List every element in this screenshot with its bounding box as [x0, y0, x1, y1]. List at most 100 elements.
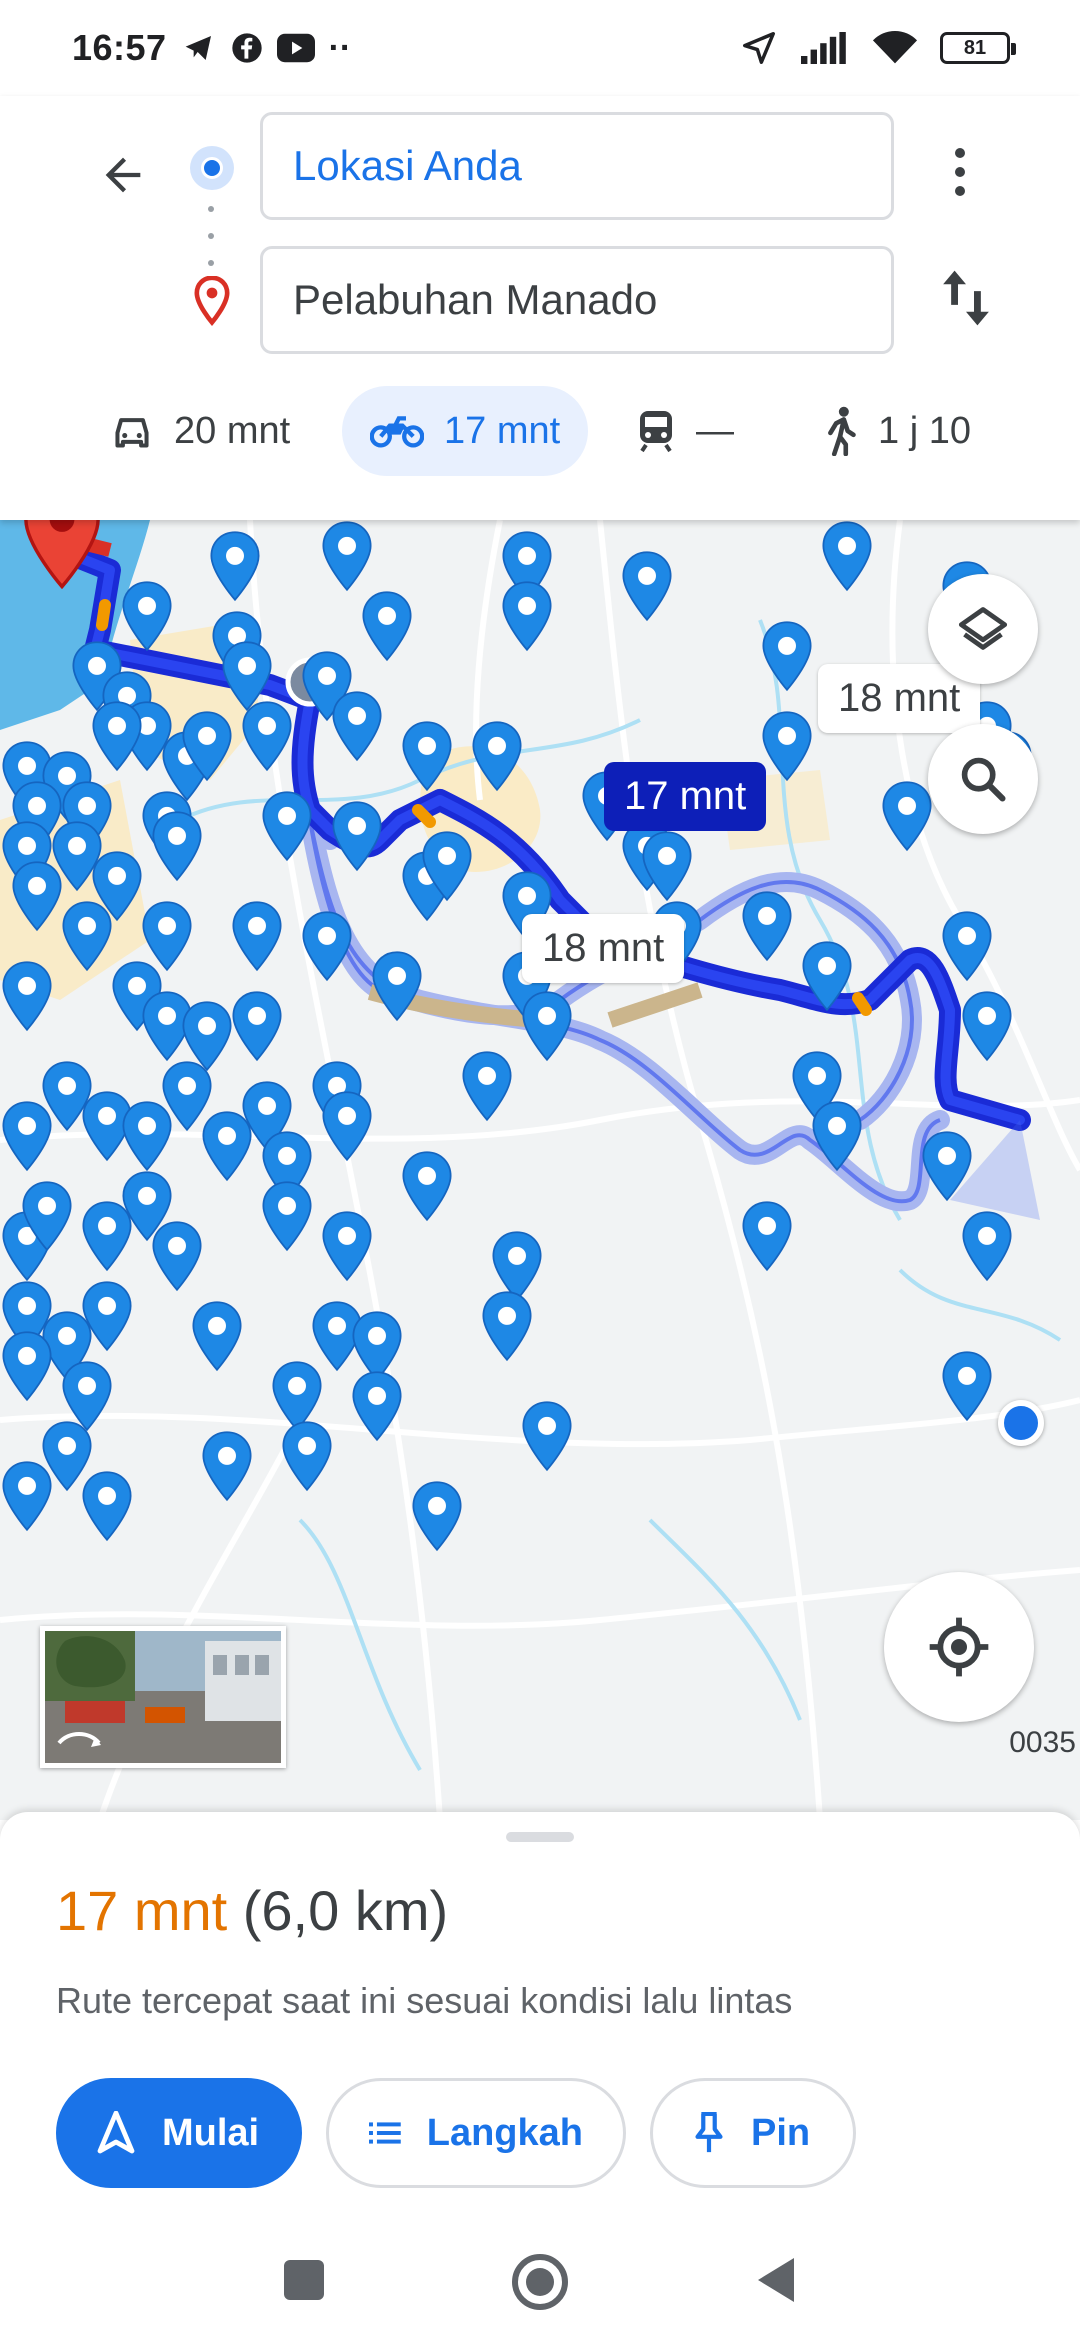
- map-pin-icon[interactable]: [330, 800, 384, 872]
- map-pin-icon[interactable]: [640, 830, 694, 902]
- map-pin-icon[interactable]: [360, 590, 414, 662]
- map-pin-icon[interactable]: [460, 1050, 514, 1122]
- map-pin-icon[interactable]: [350, 1370, 404, 1442]
- map-pin-icon[interactable]: [330, 690, 384, 762]
- map-pin-icon[interactable]: [150, 1220, 204, 1292]
- map-pin-icon[interactable]: [370, 950, 424, 1022]
- origin-input[interactable]: Lokasi Anda: [260, 112, 894, 220]
- map-pin-icon[interactable]: [470, 720, 524, 792]
- layers-button[interactable]: [928, 574, 1038, 684]
- pin-button[interactable]: Pin: [650, 2078, 856, 2188]
- map-pin-icon[interactable]: [960, 1210, 1014, 1282]
- map-pin-icon[interactable]: [320, 1090, 374, 1162]
- map-pin-icon[interactable]: [480, 1290, 534, 1362]
- tab-transit-label: —: [696, 409, 734, 452]
- map-pin-icon[interactable]: [320, 1210, 374, 1282]
- map-pin-icon[interactable]: [740, 890, 794, 962]
- map-edge-label: 0035: [1009, 1726, 1076, 1759]
- map-pin-icon[interactable]: [620, 550, 674, 622]
- map-pin-icon[interactable]: [420, 830, 474, 902]
- youtube-icon: [276, 33, 315, 63]
- map-pin-icon[interactable]: [940, 910, 994, 982]
- map-pin-icon[interactable]: [0, 960, 54, 1032]
- map-pin-icon[interactable]: [760, 710, 814, 782]
- map-pin-icon[interactable]: [500, 580, 554, 652]
- maps-directions-screen: 16:57 ·· 81 Lokasi Anda Pelabuhan Manado: [0, 0, 1080, 2340]
- current-location-dot: [998, 1400, 1044, 1446]
- tab-driving[interactable]: 20 mnt: [110, 386, 290, 476]
- map-pin-icon[interactable]: [180, 710, 234, 782]
- map-pin-icon[interactable]: [760, 620, 814, 692]
- map-pin-icon[interactable]: [190, 1300, 244, 1372]
- map-pin-icon[interactable]: [940, 1350, 994, 1422]
- map-pin-icon[interactable]: [90, 700, 144, 772]
- signal-icon: [801, 32, 846, 64]
- map-pin-icon[interactable]: [320, 520, 374, 592]
- swap-directions-button[interactable]: [938, 266, 994, 330]
- facebook-icon: [231, 33, 262, 63]
- map-pin-icon[interactable]: [230, 900, 284, 972]
- arrow-back-icon: [105, 157, 141, 193]
- map-pin-icon[interactable]: [120, 580, 174, 652]
- recents-button[interactable]: [282, 2258, 326, 2307]
- map-pin-icon[interactable]: [820, 520, 874, 592]
- map-pin-icon[interactable]: [410, 1480, 464, 1552]
- map-pin-icon[interactable]: [810, 1100, 864, 1172]
- map-pin-icon[interactable]: [80, 1470, 134, 1542]
- directions-header: Lokasi Anda Pelabuhan Manado 20 mnt 17 m…: [0, 96, 1080, 520]
- map-pin-icon[interactable]: [120, 1100, 174, 1172]
- start-navigation-label: Mulai: [162, 2111, 260, 2154]
- map-pin-icon[interactable]: [208, 530, 262, 602]
- map-pin-icon[interactable]: [280, 1420, 334, 1492]
- recenter-button[interactable]: [884, 1572, 1034, 1722]
- map-pin-icon[interactable]: [260, 790, 314, 862]
- map-pin-icon[interactable]: [400, 720, 454, 792]
- map-pin-icon[interactable]: [300, 910, 354, 982]
- my-location-icon: [929, 1617, 989, 1677]
- map-pin-icon[interactable]: [240, 700, 294, 772]
- more-options-button[interactable]: [940, 142, 980, 202]
- steps-label: Langkah: [426, 2111, 583, 2154]
- map-pin-icon[interactable]: [960, 990, 1014, 1062]
- back-button[interactable]: [88, 140, 158, 210]
- map-pin-icon[interactable]: [80, 1200, 134, 1272]
- map-pin-icon[interactable]: [260, 1180, 314, 1252]
- steps-button[interactable]: Langkah: [326, 2078, 626, 2188]
- map-pin-icon[interactable]: [0, 1330, 54, 1402]
- map-pin-icon[interactable]: [200, 1110, 254, 1182]
- map-pin-icon[interactable]: [200, 1430, 254, 1502]
- search-along-route-button[interactable]: [928, 724, 1038, 834]
- route-distance: (6,0 km): [242, 1879, 449, 1942]
- start-navigation-button[interactable]: Mulai: [56, 2078, 302, 2188]
- route-time-label-alt-bottom[interactable]: 18 mnt: [522, 914, 685, 983]
- home-button[interactable]: [510, 2252, 570, 2317]
- map-pin-icon[interactable]: [920, 1130, 974, 1202]
- map-pin-icon[interactable]: [520, 990, 574, 1062]
- map-view[interactable]: 18 mnt 17 mnt 18 mnt 0035: [0, 520, 1080, 1820]
- travel-mode-tabs: 20 mnt 17 mnt — 1 j 10: [0, 386, 1080, 476]
- map-pin-icon[interactable]: [880, 780, 934, 852]
- map-pin-icon[interactable]: [0, 1100, 54, 1172]
- route-time-label-selected[interactable]: 17 mnt: [604, 762, 767, 831]
- street-view-thumbnail[interactable]: [40, 1626, 286, 1768]
- map-pin-icon[interactable]: [740, 1200, 794, 1272]
- destination-input[interactable]: Pelabuhan Manado: [260, 246, 894, 354]
- sheet-drag-handle[interactable]: [506, 1832, 574, 1842]
- route-summary: 17 mnt (6,0 km): [56, 1878, 448, 1943]
- map-pin-icon[interactable]: [20, 1180, 74, 1252]
- back-nav-button[interactable]: [754, 2256, 798, 2309]
- map-pin-icon[interactable]: [10, 860, 64, 932]
- map-pin-icon[interactable]: [80, 1280, 134, 1352]
- map-pin-icon[interactable]: [800, 940, 854, 1012]
- tab-walking-label: 1 j 10: [878, 409, 971, 452]
- tab-transit[interactable]: —: [636, 386, 734, 476]
- map-pin-icon[interactable]: [150, 810, 204, 882]
- destination-map-pin[interactable]: [20, 520, 104, 590]
- origin-text: Lokasi Anda: [293, 142, 522, 189]
- map-pin-icon[interactable]: [60, 900, 114, 972]
- map-pin-icon[interactable]: [400, 1150, 454, 1222]
- map-pin-icon[interactable]: [520, 1400, 574, 1472]
- tab-motorcycle[interactable]: 17 mnt: [342, 386, 589, 476]
- map-pin-icon[interactable]: [230, 990, 284, 1062]
- tab-walking[interactable]: 1 j 10: [822, 386, 971, 476]
